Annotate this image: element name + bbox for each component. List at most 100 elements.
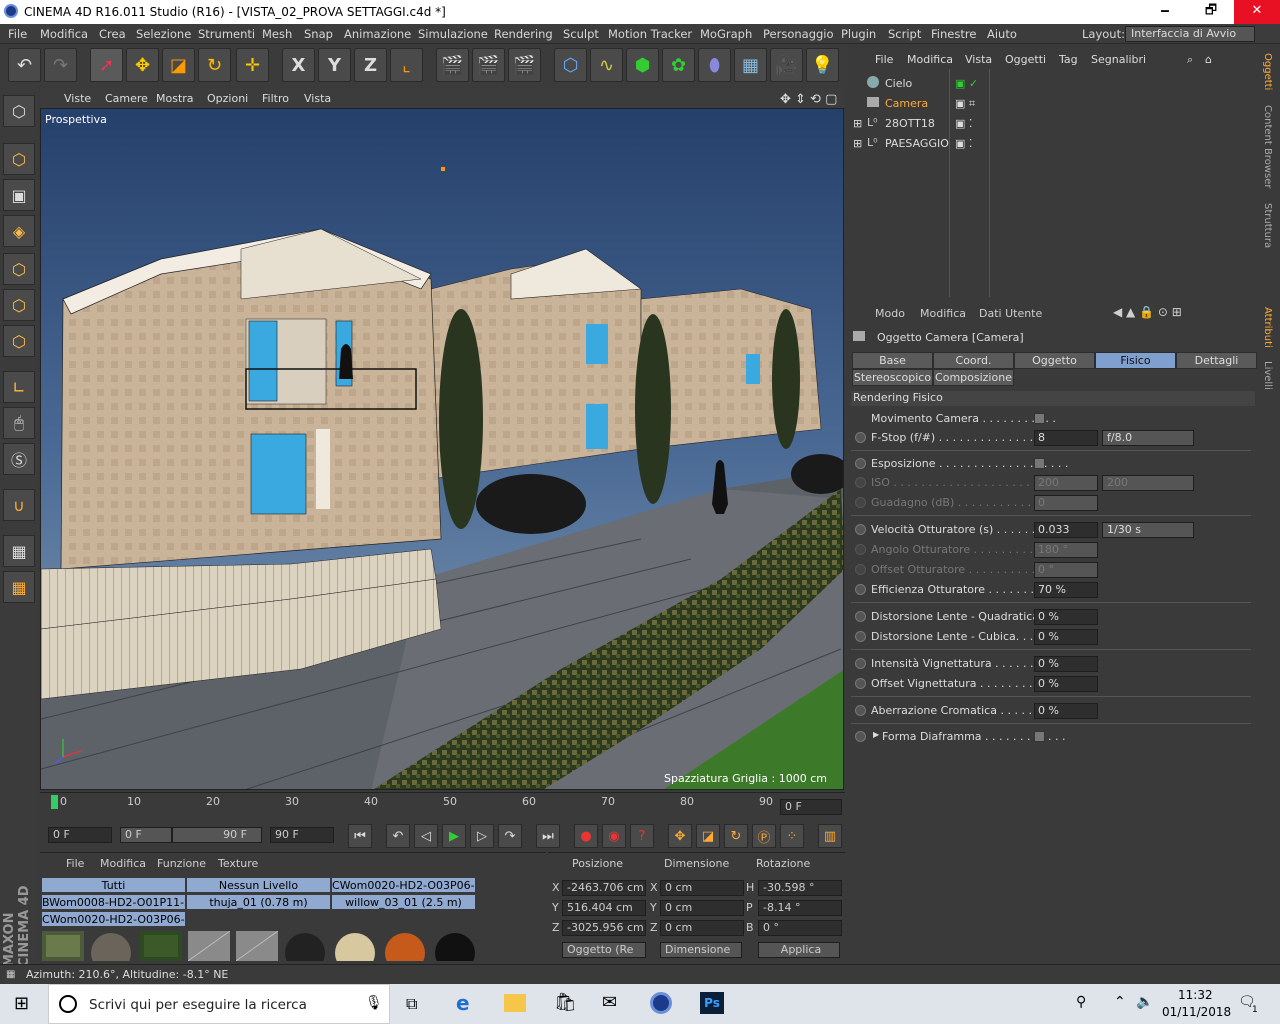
object-row-cielo[interactable]: Cielo ▣ ✓ (849, 74, 1257, 94)
planar-workplane-icon[interactable]: ▦ (3, 571, 35, 603)
record-keys-icon[interactable]: ● (574, 824, 598, 848)
points-mode-icon[interactable]: ⬡ (3, 253, 35, 285)
photoshop-icon[interactable]: Ps (700, 992, 724, 1014)
layer-tab[interactable]: Tutti (41, 877, 186, 893)
render-settings-icon[interactable]: 🎬 (508, 48, 541, 82)
current-frame-field[interactable]: 0 F (780, 799, 842, 815)
visibility-check-icon[interactable]: ▣ ✓ (955, 77, 978, 90)
tab-fisico[interactable]: Fisico (1095, 352, 1176, 369)
search-icon[interactable]: ⌕ (1187, 53, 1193, 67)
windows-start-icon[interactable]: ⊞ (14, 993, 29, 1014)
visibility-dots-icon[interactable]: ▣ ⁚ (955, 137, 972, 150)
cinema4d-taskbar-icon[interactable] (650, 992, 672, 1014)
next-key-icon[interactable]: ↷ (498, 824, 522, 848)
menu-sculpt[interactable]: Sculpt (563, 27, 599, 41)
volume-icon[interactable]: 🔈 (1136, 994, 1153, 1010)
tab-composizione[interactable]: Composizione (933, 369, 1014, 386)
menu-file[interactable]: File (8, 27, 27, 41)
file-explorer-icon[interactable] (504, 994, 526, 1012)
tweak-mode-icon[interactable]: 🖱 (3, 407, 35, 439)
tab-stereoscopico[interactable]: Stereoscopico (852, 369, 933, 386)
animate-icon[interactable] (855, 731, 866, 742)
undo-icon[interactable]: ↶ (8, 48, 41, 82)
people-icon[interactable]: ⚲ (1076, 994, 1086, 1010)
menu-crea[interactable]: Crea (99, 27, 126, 41)
animate-icon[interactable] (855, 524, 866, 535)
next-frame-icon[interactable]: ▷ (470, 824, 494, 848)
viewport-menu-camere[interactable]: Camere (105, 92, 148, 105)
material-swatch[interactable] (90, 931, 132, 961)
side-tab-struttura[interactable]: Struttura (1262, 203, 1273, 248)
obj-menu-segnalibri[interactable]: Segnalibri (1091, 53, 1146, 66)
task-view-icon[interactable]: ⧉ (406, 994, 417, 1014)
expand-arrow-icon[interactable]: ▶ (873, 730, 879, 739)
object-row-28ott18[interactable]: ⊞ L⁰ 28OTT18 ▣ ⁚ (849, 114, 1257, 134)
esposizione-checkbox[interactable] (1034, 458, 1045, 469)
attr-menu-dati-utente[interactable]: Dati Utente (979, 307, 1042, 320)
obj-menu-oggetti[interactable]: Oggetti (1005, 53, 1046, 66)
fstop-field[interactable]: 8 (1034, 430, 1098, 446)
key-pla-icon[interactable]: ⁘ (780, 824, 804, 848)
viewport-menu-viste[interactable]: Viste (64, 92, 91, 105)
menu-personaggio[interactable]: Personaggio (763, 27, 834, 41)
material-swatch[interactable] (42, 931, 84, 961)
mat-menu-texture[interactable]: Texture (218, 857, 258, 870)
animate-icon[interactable] (855, 658, 866, 669)
key-rotation-icon[interactable]: ↻ (724, 824, 748, 848)
layout-select[interactable]: Interfaccia di Avvio (1125, 26, 1255, 42)
light-icon[interactable]: 💡 (806, 48, 839, 82)
menu-aiuto[interactable]: Aiuto (987, 27, 1017, 41)
mat-menu-funzione[interactable]: Funzione (157, 857, 206, 870)
material-swatch[interactable] (140, 931, 182, 961)
layer-tab[interactable]: CWom0020-HD2-O03P06-S (331, 877, 476, 893)
animate-icon[interactable] (855, 678, 866, 689)
animate-icon[interactable] (855, 631, 866, 642)
movimento-camera-checkbox[interactable] (1034, 413, 1045, 424)
size-z-field[interactable]: 0 cm (660, 920, 744, 936)
microphone-icon[interactable]: 🎙 (365, 995, 383, 1011)
scale-tool-icon[interactable]: ◪ (162, 48, 195, 82)
layer-tab[interactable]: Nessun Livello (186, 877, 331, 893)
menu-finestre[interactable]: Finestre (931, 27, 976, 41)
clock-time[interactable]: 11:32 (1178, 988, 1213, 1002)
tray-chevron-icon[interactable]: ⌃ (1114, 994, 1126, 1010)
go-to-end-icon[interactable]: ⏭ (536, 824, 560, 848)
cube-primitive-icon[interactable]: ⬡ (554, 48, 587, 82)
tab-base[interactable]: Base (852, 352, 933, 369)
redo-icon[interactable]: ↷ (44, 48, 77, 82)
play-icon[interactable]: ▶ (442, 824, 466, 848)
position-y-field[interactable]: 516.404 cm (562, 900, 646, 916)
obj-menu-modifica[interactable]: Modifica (907, 53, 953, 66)
deformer-icon[interactable]: ⬮ (698, 48, 731, 82)
edges-mode-icon[interactable]: ⬡ (3, 289, 35, 321)
close-button[interactable]: ✕ (1234, 0, 1280, 24)
menu-snap[interactable]: Snap (304, 27, 333, 41)
diaphragm-shape-checkbox[interactable] (1034, 731, 1045, 742)
floor-icon[interactable]: ▦ (734, 48, 767, 82)
range-end-field[interactable]: 90 F (172, 827, 262, 843)
shutter-speed-field[interactable]: 0.033 (1034, 522, 1098, 538)
camera-icon[interactable]: 🎥 (770, 48, 803, 82)
x-axis-lock-button[interactable]: X (282, 48, 315, 82)
taskbar-search[interactable]: Scrivi qui per eseguire la ricerca 🎙 (48, 984, 390, 1024)
menu-rendering[interactable]: Rendering (494, 27, 553, 41)
store-icon[interactable]: 🛍 (554, 992, 577, 1013)
previous-frame-icon[interactable]: ◁ (414, 824, 438, 848)
vignetting-intensity-field[interactable]: 0 % (1034, 656, 1098, 672)
attr-menu-modo[interactable]: Modo (875, 307, 905, 320)
y-axis-lock-button[interactable]: Y (318, 48, 351, 82)
shutter-efficiency-field[interactable]: 70 % (1034, 582, 1098, 598)
home-icon[interactable]: ⌂ (1205, 53, 1212, 66)
clock-date[interactable]: 01/11/2018 (1162, 1005, 1231, 1019)
viewport-navigation-icon[interactable]: ✥ ⇕ ⟲ ▢ (780, 92, 837, 107)
layer-tab[interactable]: thuja_01 (0.78 m) (186, 894, 331, 910)
playhead[interactable] (51, 795, 58, 809)
start-frame-field[interactable]: 0 F (48, 827, 112, 843)
material-swatch[interactable] (188, 931, 230, 961)
side-tab-content-browser[interactable]: Content Browser (1262, 105, 1273, 188)
object-row-camera[interactable]: Camera ▣ ⌗ (849, 94, 1257, 114)
coord-mode-select[interactable]: Oggetto (Re (562, 942, 646, 958)
obj-menu-tag[interactable]: Tag (1059, 53, 1078, 66)
render-view-icon[interactable]: 🎬 (436, 48, 469, 82)
rotation-p-field[interactable]: -8.14 ° (758, 900, 842, 916)
